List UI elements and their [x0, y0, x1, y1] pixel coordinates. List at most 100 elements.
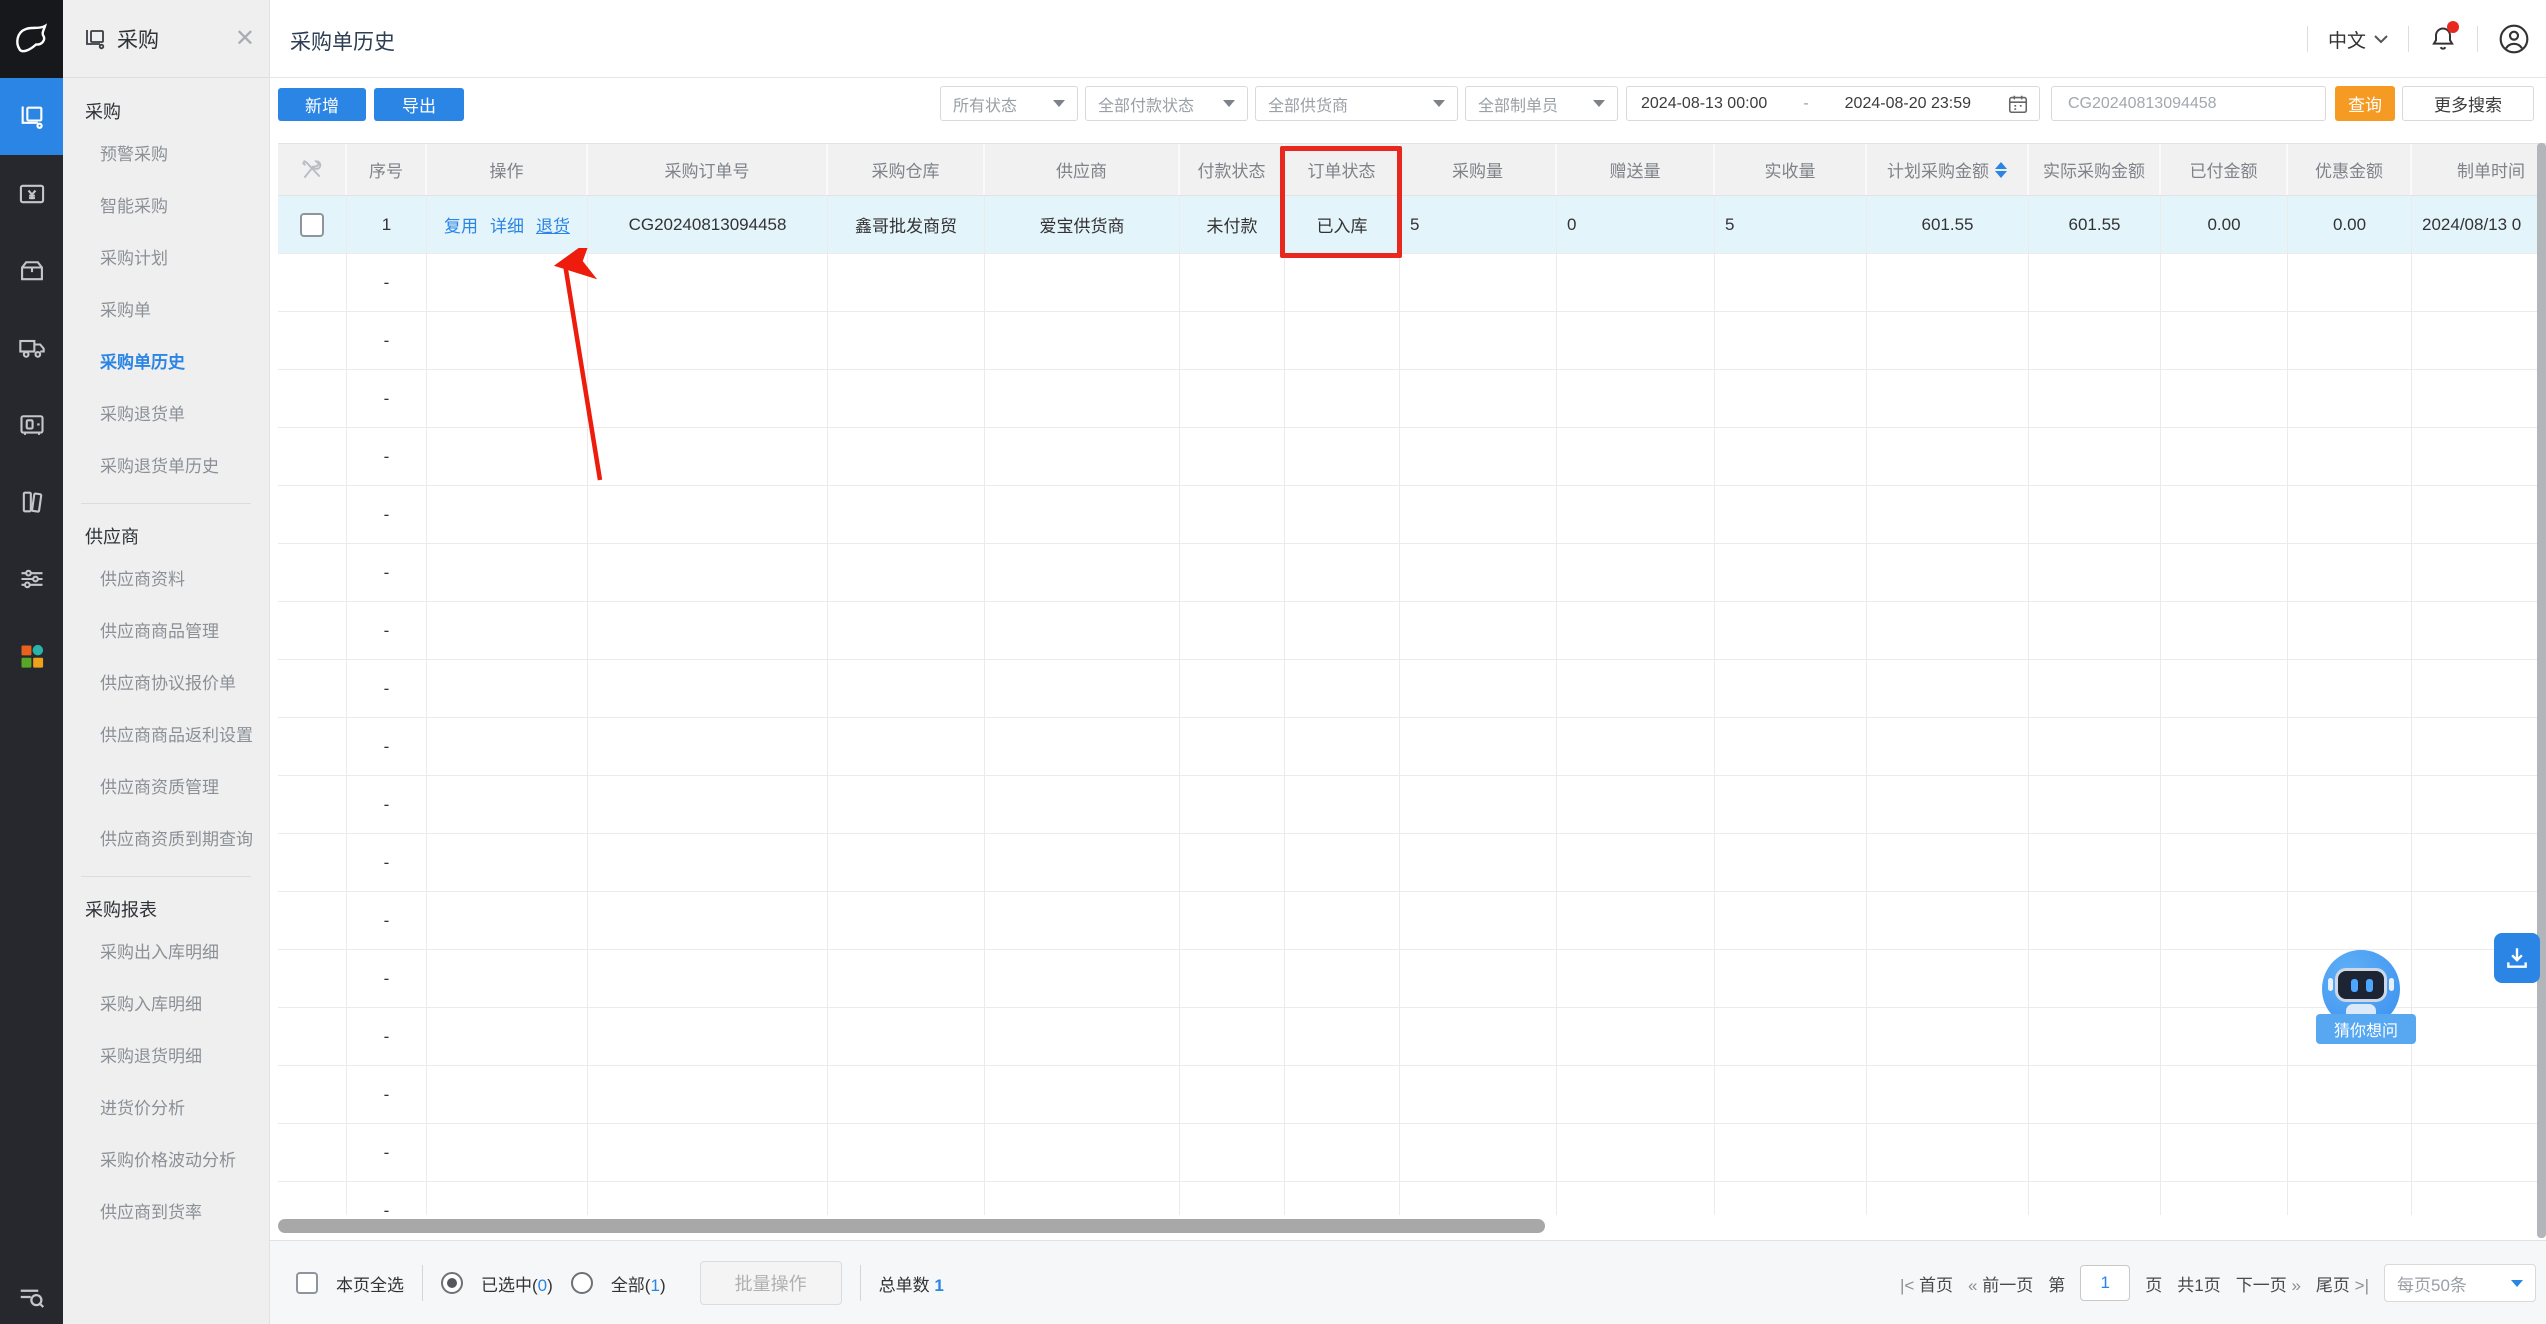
- row-action-3[interactable]: 退货: [536, 212, 570, 237]
- cell-pay_status: [1180, 602, 1285, 660]
- column-header-planned_amount[interactable]: 计划采购金额: [1867, 144, 2029, 195]
- table-header-settings[interactable]: [278, 144, 347, 195]
- table-empty-row: -: [278, 370, 2546, 428]
- rail-item-apps[interactable]: [0, 617, 63, 694]
- query-button[interactable]: 查询: [2335, 86, 2395, 121]
- sidebar-item[interactable]: 供应商资料: [63, 554, 269, 606]
- column-label: 采购仓库: [872, 157, 940, 182]
- sidebar-item[interactable]: 供应商到货率: [63, 1187, 269, 1239]
- page-number-input[interactable]: [2080, 1265, 2130, 1301]
- cell-actual_amount: [2029, 428, 2161, 486]
- cell-paid_amount: [2161, 834, 2288, 892]
- language-selector[interactable]: 中文: [2328, 26, 2388, 53]
- sidebar-item[interactable]: 采购计划: [63, 233, 269, 285]
- first-page-button[interactable]: |< 首页: [1900, 1271, 1953, 1296]
- add-button[interactable]: 新增: [278, 88, 366, 121]
- user-avatar-icon[interactable]: [2498, 23, 2530, 55]
- order-search-field[interactable]: [2051, 86, 2326, 121]
- filter-creator-select[interactable]: 全部制单员: [1465, 86, 1618, 121]
- sidebar-item[interactable]: 供应商资质到期查询: [63, 814, 269, 866]
- rail-item-inventory[interactable]: [0, 232, 63, 309]
- sidebar-item[interactable]: 采购价格波动分析: [63, 1135, 269, 1187]
- cell-seq: -: [347, 834, 427, 892]
- cell-order_status: [1285, 428, 1400, 486]
- sidebar-item[interactable]: 采购入库明细: [63, 979, 269, 1031]
- pagination: |< 首页 « 前一页 第 页 共1页 下一页 » 尾页 >| 每页50条: [1900, 1241, 2536, 1324]
- cell-seq: -: [347, 1124, 427, 1182]
- sidebar-item[interactable]: 供应商协议报价单: [63, 658, 269, 710]
- select-all-checkbox[interactable]: [296, 1272, 318, 1294]
- cell-actions: [427, 1008, 588, 1066]
- download-button[interactable]: [2494, 933, 2540, 983]
- delivery-truck-icon: [18, 334, 46, 362]
- sidebar-item[interactable]: 智能采购: [63, 181, 269, 233]
- sidebar-item[interactable]: 预警采购: [63, 129, 269, 181]
- date-range-picker[interactable]: 2024-08-13 00:00 - 2024-08-20 23:59: [1626, 86, 2040, 121]
- cell-seq: -: [347, 254, 427, 312]
- page-size-select[interactable]: 每页50条: [2384, 1264, 2536, 1302]
- cell-settings: [278, 776, 347, 834]
- sidebar-item[interactable]: 供应商资质管理: [63, 762, 269, 814]
- cell-gift_qty: [1557, 776, 1715, 834]
- more-search-button[interactable]: 更多搜索: [2402, 86, 2534, 121]
- rail-item-procurement[interactable]: [0, 78, 63, 155]
- last-page-button[interactable]: 尾页 >|: [2316, 1271, 2369, 1296]
- cell-received_qty: 5: [1715, 196, 1867, 254]
- cell-planned_amount: [1867, 312, 2029, 370]
- selected-radio[interactable]: [441, 1272, 463, 1294]
- horizontal-scrollbar[interactable]: [278, 1219, 1545, 1233]
- cell-planned_amount: [1867, 370, 2029, 428]
- close-icon[interactable]: ✕: [235, 27, 255, 51]
- sidebar-item[interactable]: 进货价分析: [63, 1083, 269, 1135]
- column-settings-icon[interactable]: [299, 157, 325, 183]
- cell-created_time: [2412, 1008, 2546, 1066]
- cell-actions: [427, 834, 588, 892]
- rail-item-safe[interactable]: [0, 386, 63, 463]
- cell-order_status: [1285, 254, 1400, 312]
- sidebar-item[interactable]: 采购退货单历史: [63, 441, 269, 493]
- sort-arrows-icon[interactable]: [1995, 162, 2007, 178]
- notifications-button[interactable]: [2429, 25, 2457, 53]
- vertical-scrollbar[interactable]: [2537, 143, 2546, 1238]
- cell-discount_amount: [2288, 1066, 2412, 1124]
- cell-pay_status: [1180, 776, 1285, 834]
- sidebar-item[interactable]: 供应商商品返利设置: [63, 710, 269, 762]
- sidebar-item[interactable]: 采购单: [63, 285, 269, 337]
- all-radio[interactable]: [571, 1272, 593, 1294]
- search-input[interactable]: [2066, 94, 2311, 114]
- toolbar: 新增 导出 所有状态 全部付款状态 全部供货商 全部制单员 2024-08-13…: [270, 78, 2546, 143]
- cell-received_qty: [1715, 370, 1867, 428]
- rail-item-delivery[interactable]: [0, 309, 63, 386]
- column-label: 制单时间: [2457, 157, 2525, 182]
- row-action-1[interactable]: 复用: [444, 212, 478, 237]
- sidebar-item[interactable]: 采购单历史: [63, 337, 269, 389]
- cell-supplier: [985, 892, 1180, 950]
- filter-supplier-select[interactable]: 全部供货商: [1255, 86, 1458, 121]
- cell-received_qty: [1715, 1008, 1867, 1066]
- cell-discount_amount: [2288, 718, 2412, 776]
- cell-planned_amount: [1867, 1066, 2029, 1124]
- filter-pay-status-select[interactable]: 全部付款状态: [1085, 86, 1248, 121]
- next-page-button[interactable]: 下一页 »: [2236, 1271, 2301, 1296]
- rail-menu-search[interactable]: [0, 1282, 63, 1312]
- filter-status-select[interactable]: 所有状态: [940, 86, 1078, 121]
- assistant-label[interactable]: 猜你想问: [2316, 1014, 2416, 1044]
- sidebar-item[interactable]: 采购出入库明细: [63, 927, 269, 979]
- cell-qty: [1400, 486, 1557, 544]
- prev-page-button[interactable]: « 前一页: [1968, 1271, 2033, 1296]
- sidebar-item[interactable]: 采购退货明细: [63, 1031, 269, 1083]
- row-checkbox[interactable]: [300, 213, 324, 237]
- column-header-qty: 采购量: [1400, 144, 1557, 195]
- sidebar-item[interactable]: 采购退货单: [63, 389, 269, 441]
- export-button[interactable]: 导出: [374, 88, 464, 121]
- cell-pay_status: [1180, 312, 1285, 370]
- rail-item-settings[interactable]: [0, 540, 63, 617]
- app-logo[interactable]: [0, 0, 63, 78]
- batch-actions-button[interactable]: 批量操作: [700, 1261, 842, 1305]
- sidebar-item[interactable]: 供应商商品管理: [63, 606, 269, 658]
- row-action-2[interactable]: 详细: [490, 212, 524, 237]
- rail-item-reports[interactable]: [0, 463, 63, 540]
- rail-item-finance[interactable]: [0, 155, 63, 232]
- cell-actual_amount: [2029, 370, 2161, 428]
- cell-settings: [278, 1124, 347, 1182]
